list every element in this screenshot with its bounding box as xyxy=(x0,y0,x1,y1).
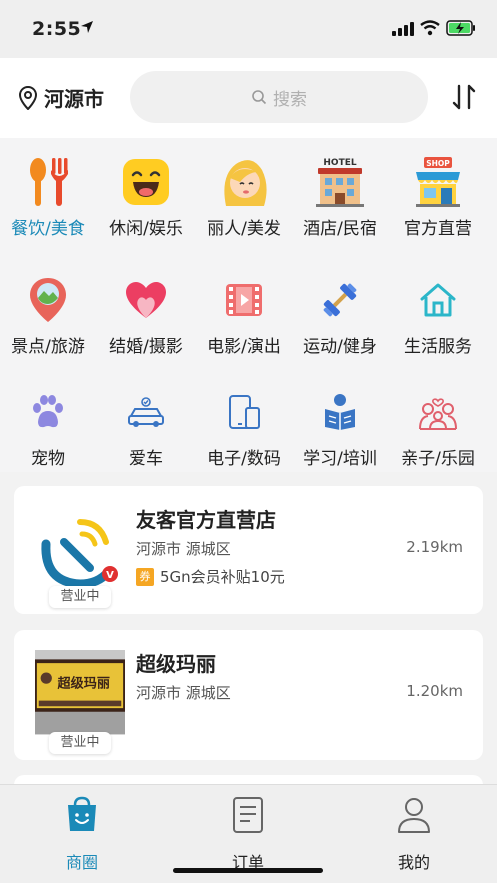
store-card[interactable]: V 营业中 友客官方直营店 河源市 源城区 2.19km 券 5Gn会员补贴10… xyxy=(14,486,483,614)
shopping-bag-icon xyxy=(68,796,96,831)
category-wedding[interactable]: 结婚/摄影 xyxy=(96,274,196,357)
status-badge: 营业中 xyxy=(49,732,111,754)
store-card[interactable]: 超级玛丽 营业中 超级玛丽 河源市 源城区 1.20km xyxy=(14,630,483,760)
heart-icon xyxy=(120,274,172,326)
coupon-tag: 券 xyxy=(136,567,154,586)
search-icon xyxy=(252,90,267,105)
store-photo: 超级玛丽 xyxy=(35,650,125,735)
category-food[interactable]: 餐饮/美食 xyxy=(0,156,98,239)
category-family[interactable]: 亲子/乐园 xyxy=(388,386,488,469)
store-area: 河源市 源城区 xyxy=(136,684,231,702)
paw-icon xyxy=(22,386,74,438)
cellular-signal-icon xyxy=(392,22,414,36)
wifi-icon xyxy=(420,20,440,36)
category-movie[interactable]: 电影/演出 xyxy=(194,274,294,357)
dumbbell-icon xyxy=(314,274,366,326)
order-list-icon xyxy=(233,797,263,833)
category-beauty[interactable]: 丽人/美发 xyxy=(194,156,294,239)
status-badge: 营业中 xyxy=(49,586,111,608)
laughing-face-icon xyxy=(120,156,172,208)
family-icon xyxy=(412,386,464,438)
home-indicator xyxy=(173,868,323,873)
city-selector[interactable]: 河源市 xyxy=(18,83,104,112)
sort-icon[interactable] xyxy=(450,83,478,111)
user-icon xyxy=(398,798,430,833)
category-car[interactable]: 爱车 xyxy=(96,386,196,469)
hotel-icon: HOTEL xyxy=(314,156,366,208)
svg-text:SHOP: SHOP xyxy=(426,159,450,168)
status-bar: 2:55 xyxy=(0,0,497,58)
search-placeholder: 搜索 xyxy=(273,89,307,110)
tab-orders[interactable]: 订单 xyxy=(198,795,298,873)
store-area: 河源市 源城区 xyxy=(136,540,231,558)
devices-icon xyxy=(218,386,270,438)
utensils-icon xyxy=(22,156,74,208)
woman-face-icon xyxy=(218,156,270,208)
svg-text:HOTEL: HOTEL xyxy=(323,158,356,168)
tab-profile[interactable]: 我的 xyxy=(364,795,464,873)
tab-shopping[interactable]: 商圈 xyxy=(32,795,132,873)
store-name: 友客官方直营店 xyxy=(136,508,276,532)
car-icon xyxy=(120,386,172,438)
reading-icon xyxy=(314,386,366,438)
status-time: 2:55 xyxy=(32,18,82,40)
category-hotel[interactable]: HOTEL 酒店/民宿 xyxy=(290,156,390,239)
search-bar[interactable]: 搜索 xyxy=(130,71,428,123)
location-pin-icon xyxy=(18,85,38,110)
category-pets[interactable]: 宠物 xyxy=(0,386,98,469)
location-arrow-icon xyxy=(81,21,93,33)
category-grid: 餐饮/美食 休闲/娱乐 丽人/美发 HOTEL 酒店/民宿 SHOP 官方直营 … xyxy=(0,138,497,472)
category-official-store[interactable]: SHOP 官方直营 xyxy=(388,156,488,239)
map-pin-icon xyxy=(22,274,74,326)
city-name: 河源市 xyxy=(44,87,104,111)
top-header: 河源市 搜索 xyxy=(0,58,497,138)
svg-text:V: V xyxy=(106,570,114,581)
svg-text:超级玛丽: 超级玛丽 xyxy=(57,675,110,692)
store-name: 超级玛丽 xyxy=(136,652,216,676)
category-electronics[interactable]: 电子/数码 xyxy=(194,386,294,469)
promo-text: 5Gn会员补贴10元 xyxy=(160,568,285,586)
store-distance: 1.20km xyxy=(406,682,463,700)
category-leisure[interactable]: 休闲/娱乐 xyxy=(96,156,196,239)
category-life-services[interactable]: 生活服务 xyxy=(388,274,488,357)
battery-charging-icon xyxy=(446,20,475,36)
category-travel[interactable]: 景点/旅游 xyxy=(0,274,98,357)
store-promo: 券 5Gn会员补贴10元 xyxy=(136,566,285,587)
film-icon xyxy=(218,274,270,326)
house-icon xyxy=(412,274,464,326)
category-sports[interactable]: 运动/健身 xyxy=(290,274,390,357)
shop-icon: SHOP xyxy=(412,156,464,208)
category-education[interactable]: 学习/培训 xyxy=(290,386,390,469)
store-distance: 2.19km xyxy=(406,538,463,556)
